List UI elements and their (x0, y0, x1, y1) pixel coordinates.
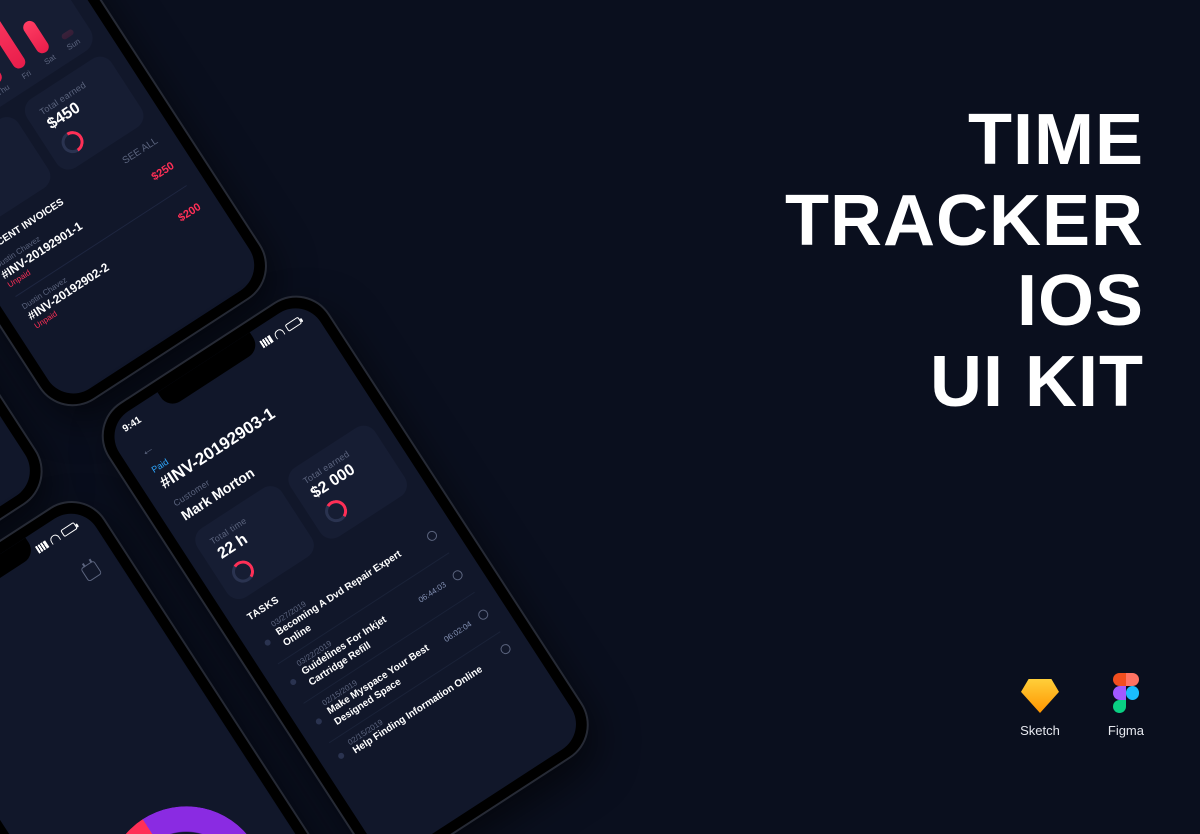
clock-icon (499, 642, 513, 656)
progress-ring-icon (228, 556, 258, 586)
clock-icon (425, 529, 439, 543)
bullet-icon (337, 751, 345, 759)
battery-icon (60, 522, 78, 537)
donut-chart (76, 776, 297, 834)
chart-day-label: Fri (20, 68, 33, 81)
bullet-icon (315, 717, 323, 725)
clock-icon (476, 608, 490, 622)
tool-figma-label: Figma (1108, 723, 1144, 738)
bullet-icon (289, 678, 297, 686)
chart-day-label: Sat (42, 52, 57, 66)
signal-icon (259, 335, 273, 348)
clock-icon (451, 568, 465, 582)
battery-icon (285, 317, 303, 332)
tool-badges: Sketch Figma (1020, 673, 1144, 738)
tool-sketch: Sketch (1020, 679, 1060, 738)
chart-bar: Sun (57, 26, 84, 53)
progress-ring-icon (321, 496, 351, 526)
sketch-icon (1021, 679, 1059, 713)
figma-icon (1113, 673, 1139, 713)
tool-sketch-label: Sketch (1020, 723, 1060, 738)
progress-ring-icon (57, 126, 87, 156)
wifi-icon (273, 327, 286, 339)
tool-figma: Figma (1108, 673, 1144, 738)
chart-day-label: Sun (65, 36, 82, 51)
task-duration: 06:02:04 (442, 619, 473, 644)
task-duration: 06:44:03 (416, 580, 447, 605)
wifi-icon (48, 533, 61, 545)
chart-day-label: Thu (0, 82, 11, 97)
total-time-value: 33 h (0, 139, 22, 194)
signal-icon (35, 540, 49, 553)
bullet-icon (264, 638, 272, 646)
